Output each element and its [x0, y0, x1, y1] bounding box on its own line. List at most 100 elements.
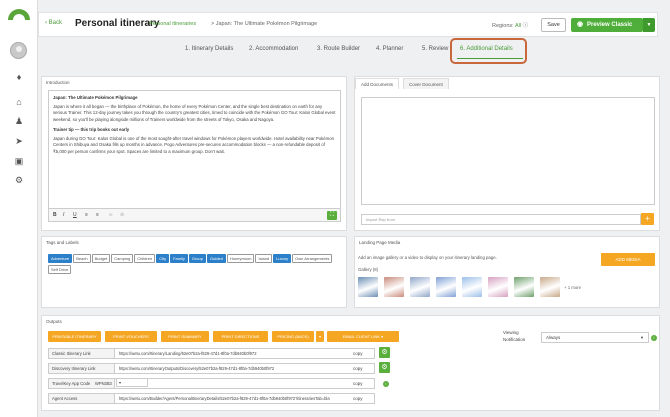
tab-accommodation[interactable]: 2. Accommodation	[249, 46, 298, 52]
tag-budget[interactable]: Budget	[91, 254, 111, 263]
send-icon[interactable]: ➤	[13, 135, 25, 147]
app-logo[interactable]	[8, 9, 30, 20]
classic-copy-button[interactable]: copy	[353, 349, 363, 358]
tab-planner[interactable]: 4. Planner	[376, 46, 403, 52]
tab-review[interactable]: 5. Review	[422, 46, 448, 52]
tag-self-drive[interactable]: Self Drive	[48, 265, 72, 274]
tag-island[interactable]: Island	[255, 254, 273, 263]
tag-family[interactable]: Family	[170, 254, 188, 263]
pricing-button[interactable]: PRICING (BACK)	[272, 331, 314, 342]
preview-classic-button[interactable]: ◉ Preview Classic	[571, 18, 643, 32]
print-vouchers-button[interactable]: PRINT VOUCHERS	[105, 331, 157, 342]
tag-adventure[interactable]: Adventure	[48, 254, 73, 263]
landing-description: Add an image gallery or a video to displ…	[358, 255, 497, 260]
tag-camping[interactable]: Camping	[111, 254, 134, 263]
ordered-list-icon[interactable]: ≡	[85, 212, 88, 218]
tag-guided[interactable]: Guided	[206, 254, 226, 263]
travelkey-copy-button[interactable]: copy	[353, 379, 363, 388]
agent-access-row: Agent Access https://wetu.com/Builder/Ag…	[48, 393, 375, 404]
gear-icon[interactable]: ⚙	[379, 347, 390, 358]
add-document-button[interactable]: +	[641, 213, 654, 225]
gallery-thumbnail[interactable]	[436, 277, 456, 297]
top-bar: ‹ Back Personal itinerary Personal itine…	[38, 12, 658, 37]
email-client-link-button[interactable]: EMAIL CLIENT LINK ▾	[327, 331, 399, 342]
breadcrumb-current: > Japan: The Ultimate Pokémon Pilgrimage	[211, 21, 318, 27]
preview-label: Preview Classic	[587, 22, 633, 28]
print-directions-button[interactable]: PRINT DIRECTIONS	[213, 331, 268, 342]
tag-city[interactable]: City	[156, 254, 170, 263]
bold-button[interactable]: B	[53, 212, 57, 218]
tag-group[interactable]: Group	[188, 254, 206, 263]
tag-children[interactable]: Children	[134, 254, 156, 263]
landing-media-label: Landing Page Media	[359, 240, 401, 245]
introduction-editor[interactable]: Japan: The Ultimate Pokémon Pilgrimage J…	[48, 90, 341, 209]
print-summary-button[interactable]: PRINT SUMMARY	[161, 331, 209, 342]
gallery-thumbnail[interactable]	[462, 277, 482, 297]
discovery-link-value[interactable]: https://wetu.com/ItineraryOutputs/Discov…	[119, 364, 274, 373]
link-icon[interactable]: ∞	[109, 212, 113, 218]
tab-cover-document[interactable]: Cover Document	[403, 78, 449, 89]
italic-button[interactable]: I	[63, 212, 64, 218]
gallery-thumbnail[interactable]	[410, 277, 430, 297]
regions-label: Regions:	[492, 23, 514, 29]
info-icon[interactable]: i	[651, 335, 657, 341]
gear-icon[interactable]: ⚙	[13, 174, 25, 186]
info-icon[interactable]: i	[383, 381, 389, 387]
agent-access-label: Agent Access	[49, 394, 115, 403]
import-input[interactable]: Import Rep from	[361, 214, 641, 225]
left-sidebar: ♦ ⌂ ♟ ➤ ▣ ⚙	[0, 0, 38, 417]
travelkey-code[interactable]: WPN3B3	[95, 379, 112, 388]
tags-label: Tags and Labels	[46, 240, 79, 245]
bell-icon[interactable]: ♦	[13, 71, 25, 83]
gallery-thumbnail[interactable]	[540, 277, 560, 297]
printable-itinerary-button[interactable]: PRINTABLE ITINERARY	[48, 331, 101, 342]
tag-honeymoon[interactable]: Honeymoon	[226, 254, 255, 263]
viewing-notification-label: Viewing Notification	[503, 330, 526, 342]
introduction-label: Introduction	[46, 80, 70, 85]
gallery-thumbnail[interactable]	[514, 277, 534, 297]
eye-icon: ◉	[577, 21, 584, 28]
chevron-down-icon: ▼	[640, 335, 644, 340]
expand-icon[interactable]: ⛶	[327, 211, 337, 220]
tab-add-documents[interactable]: Add Documents	[355, 78, 400, 89]
back-link[interactable]: ‹ Back	[45, 20, 62, 26]
gallery-thumbnail[interactable]	[488, 277, 508, 297]
users-icon[interactable]: ♟	[13, 115, 25, 127]
gallery-thumbnail[interactable]	[384, 277, 404, 297]
gear-icon[interactable]: ⚙	[379, 362, 390, 373]
bullet-list-icon[interactable]: ≡	[96, 212, 99, 218]
email-client-link-label: EMAIL CLIENT LINK	[342, 334, 380, 339]
tag-own-arrangements[interactable]: Own Arrangements	[292, 254, 333, 263]
wizard-tabs: 1. Itinerary Details 2. Accommodation 3.…	[38, 40, 658, 62]
tag-beach[interactable]: Beach	[73, 254, 91, 263]
avatar[interactable]	[10, 42, 27, 59]
classic-link-value[interactable]: https://wetu.com/Itinerary/Landing/52e07…	[119, 349, 256, 358]
classic-link-label: Classic Itinerary Link	[49, 349, 115, 358]
page-title: Personal itinerary	[75, 18, 160, 29]
preview-dropdown-button[interactable]: ▼	[643, 18, 655, 32]
tab-itinerary-details[interactable]: 1. Itinerary Details	[185, 46, 233, 52]
underline-button[interactable]: U	[73, 212, 77, 218]
travelkey-dropdown[interactable]: ▾	[116, 378, 148, 387]
unlink-icon[interactable]: ⊘	[120, 212, 124, 218]
add-media-button[interactable]: ADD MEDIA	[601, 253, 655, 266]
discovery-copy-button[interactable]: copy	[353, 364, 363, 373]
outputs-label: Outputs	[46, 319, 62, 324]
intro-paragraph-2: Japan during GO Tour: Kalos Global is on…	[53, 135, 335, 154]
regions-selector[interactable]: Regions: All ⓘ	[492, 21, 528, 29]
home-icon[interactable]: ⌂	[13, 96, 25, 108]
intro-paragraph-1: Japan is where it all began — the birthp…	[53, 103, 336, 122]
pricing-dropdown-icon[interactable]: ▾	[316, 331, 324, 342]
breadcrumb-link[interactable]: Personal itineraries	[149, 21, 196, 27]
documents-drop-area[interactable]	[361, 97, 655, 205]
agent-access-value[interactable]: https://wetu.com/Builder/Agent/PersonalI…	[119, 394, 349, 403]
agent-access-copy-button[interactable]: copy	[353, 394, 363, 403]
tab-route-builder[interactable]: 3. Route Builder	[317, 46, 360, 52]
save-button[interactable]: Save	[541, 18, 566, 32]
image-icon[interactable]: ▣	[13, 155, 25, 167]
gallery-thumbnail[interactable]	[358, 277, 378, 297]
active-tab-underline	[457, 58, 523, 59]
more-media-count: + 1 more	[564, 285, 582, 290]
tag-luxury[interactable]: Luxury	[273, 254, 292, 263]
viewing-notification-select[interactable]: Always ▼	[541, 332, 649, 343]
